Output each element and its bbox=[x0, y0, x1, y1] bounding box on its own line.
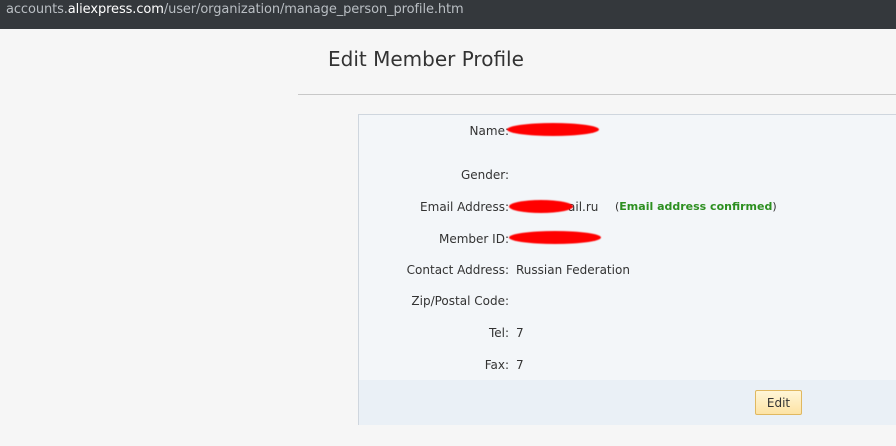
profile-panel: Name: Gender: Email Address: ail.ru (Ema… bbox=[358, 114, 896, 425]
contact-address-value: Russian Federation bbox=[516, 263, 630, 277]
url-path: /user/organization/manage_person_profile… bbox=[163, 2, 464, 17]
browser-address-bar[interactable]: accounts.aliexpress.com/user/organizatio… bbox=[0, 0, 896, 29]
fax-label: Fax: bbox=[484, 358, 509, 372]
panel-footer bbox=[359, 380, 896, 425]
member-id-redaction bbox=[509, 231, 601, 244]
gender-label: Gender: bbox=[460, 168, 509, 182]
fax-value: 7 bbox=[516, 358, 524, 372]
tel-label: Tel: bbox=[488, 326, 509, 340]
email-confirmed-text: Email address confirmed bbox=[619, 200, 773, 213]
url-text[interactable]: accounts.aliexpress.com/user/organizatio… bbox=[6, 2, 464, 17]
status-paren-close: ) bbox=[772, 200, 777, 213]
title-divider bbox=[298, 94, 896, 95]
zip-label: Zip/Postal Code: bbox=[411, 294, 509, 308]
contact-address-label: Contact Address: bbox=[406, 263, 509, 277]
member-id-label: Member ID: bbox=[439, 232, 509, 246]
url-host: aliexpress.com bbox=[67, 2, 164, 17]
page-title: Edit Member Profile bbox=[328, 47, 524, 71]
tel-value: 7 bbox=[516, 326, 524, 340]
name-redaction bbox=[507, 123, 599, 136]
email-confirmed-status: (Email address confirmed) bbox=[615, 200, 777, 213]
email-redaction bbox=[509, 200, 573, 213]
edit-button[interactable]: Edit bbox=[755, 390, 802, 415]
name-label: Name: bbox=[469, 124, 509, 138]
email-label: Email Address: bbox=[420, 200, 509, 214]
url-prefix: accounts. bbox=[6, 2, 68, 17]
